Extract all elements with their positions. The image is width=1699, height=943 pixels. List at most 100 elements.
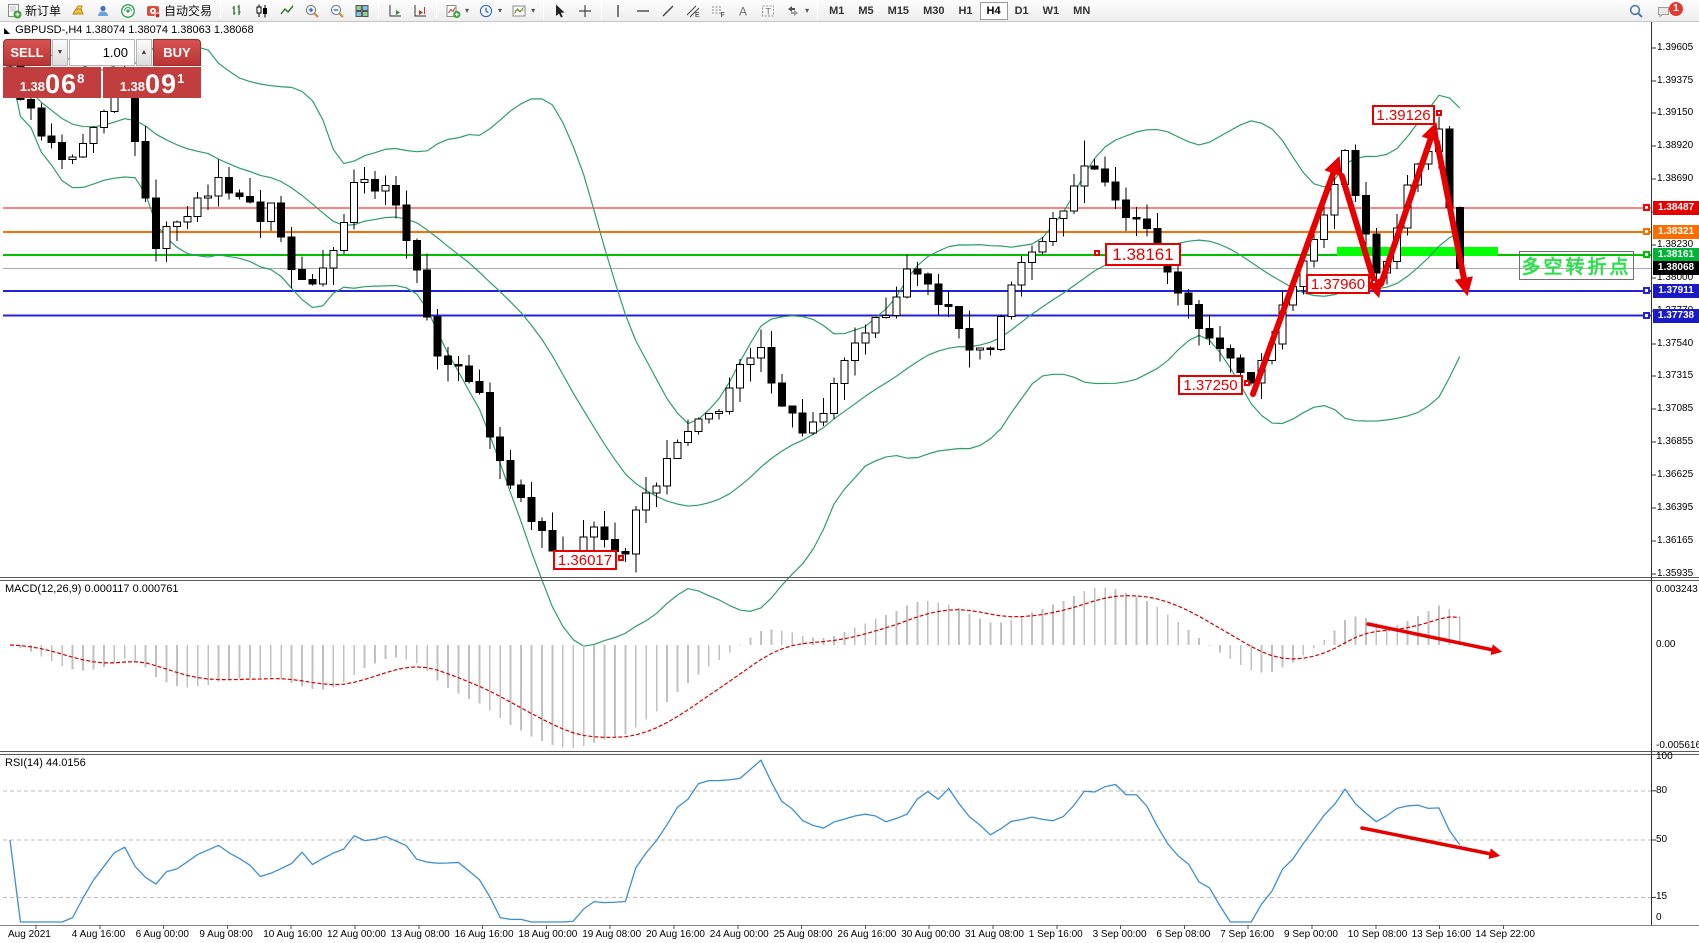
chat-button[interactable]: 1 xyxy=(1652,1,1693,21)
search-icon xyxy=(1628,3,1644,19)
auto-trading-button[interactable]: 自动交易 xyxy=(141,1,216,21)
chart-shift-button[interactable] xyxy=(408,1,432,21)
tf-button-H4[interactable]: H4 xyxy=(980,2,1008,20)
candle-body xyxy=(945,304,952,306)
cursor-button[interactable] xyxy=(548,1,572,21)
tf-button-H1[interactable]: H1 xyxy=(951,2,979,20)
candle-body xyxy=(403,205,410,240)
text-button[interactable]: A xyxy=(731,1,755,21)
zoom-in-button[interactable] xyxy=(300,1,324,21)
search-button[interactable] xyxy=(1624,1,1648,21)
cursor-icon xyxy=(552,3,568,19)
line-chart-icon xyxy=(279,3,295,19)
candle-body xyxy=(789,406,796,413)
candle-body xyxy=(716,412,723,414)
candle-body xyxy=(27,100,34,108)
tf-button-D1[interactable]: D1 xyxy=(1008,2,1036,20)
candle-body xyxy=(48,136,55,143)
horizontal-line-icon xyxy=(635,3,651,19)
candle-body xyxy=(924,274,931,284)
candle-body xyxy=(778,383,785,406)
sell-price-display[interactable]: 1.38068 xyxy=(3,67,101,98)
price-line-label: 1.38068 xyxy=(1653,261,1699,275)
time-label: 3 Sep 00:00 xyxy=(1093,929,1147,940)
volume-increase-button[interactable]: ▲ xyxy=(136,39,152,66)
sell-price-small: 1.38 xyxy=(20,77,45,97)
zoom-out-button[interactable] xyxy=(325,1,349,21)
callout-anchor xyxy=(1244,380,1250,386)
auto-trading-icon xyxy=(145,3,161,19)
notification-badge[interactable]: 1 xyxy=(1669,2,1683,16)
time-label: 6 Aug 00:00 xyxy=(136,929,189,940)
candle-body xyxy=(184,216,191,222)
toolbar-separator xyxy=(436,2,437,19)
templates-button[interactable]: ▾ xyxy=(507,1,539,21)
gold-button[interactable] xyxy=(66,1,90,21)
fibonacci-button[interactable]: F xyxy=(706,1,730,21)
candle-body xyxy=(246,196,253,202)
toolbar-separator xyxy=(817,2,818,19)
callout-anchor xyxy=(1436,110,1442,116)
chart-shift-icon xyxy=(412,3,428,19)
toolbar: 新订单 自动交易 xyxy=(0,0,1699,22)
volume-input[interactable]: 1.00 xyxy=(69,39,135,66)
indicators-button[interactable]: ▾ xyxy=(441,1,473,21)
candle-body xyxy=(1091,166,1098,169)
signal-button[interactable] xyxy=(116,1,140,21)
candle-body xyxy=(810,422,817,433)
crosshair-button[interactable] xyxy=(573,1,597,21)
shapes-button[interactable]: ▾ xyxy=(781,1,813,21)
candle-body xyxy=(1352,151,1359,196)
trend-arrow xyxy=(1381,129,1434,284)
callout-anchor xyxy=(1094,250,1100,256)
candle-body xyxy=(445,356,452,365)
buy-button[interactable]: BUY xyxy=(153,39,201,66)
tf-button-MN[interactable]: MN xyxy=(1066,2,1097,20)
sell-button[interactable]: SELL xyxy=(3,39,51,66)
time-label: 31 Aug 08:00 xyxy=(965,929,1024,940)
new-order-button[interactable]: 新订单 xyxy=(2,1,65,21)
tf-button-M1[interactable]: M1 xyxy=(822,2,851,20)
chart-canvas[interactable] xyxy=(0,0,1699,943)
price-tick-label: 1.37315 xyxy=(1657,370,1693,381)
candle-body xyxy=(59,143,66,160)
candle-body xyxy=(695,419,702,432)
horizontal-line-button[interactable] xyxy=(631,1,655,21)
tf-button-W1[interactable]: W1 xyxy=(1036,2,1067,20)
time-label: 13 Aug 08:00 xyxy=(391,929,450,940)
candle-body xyxy=(392,186,399,205)
candle-body xyxy=(372,180,379,191)
time-label: 26 Aug 16:00 xyxy=(837,929,896,940)
volume-decrease-button[interactable]: ▼ xyxy=(52,39,68,66)
candle-body xyxy=(1123,200,1130,217)
candle-body xyxy=(38,108,45,136)
symbol-readout: ◣ GBPUSD-,H4 1.38074 1.38074 1.38063 1.3… xyxy=(4,24,254,36)
periodicity-button[interactable]: ▾ xyxy=(474,1,506,21)
time-label: 13 Sep 16:00 xyxy=(1412,929,1472,940)
price-tick-label: 1.37540 xyxy=(1657,338,1693,349)
candle-body xyxy=(966,328,973,350)
tf-button-M15[interactable]: M15 xyxy=(881,2,916,20)
community-button[interactable] xyxy=(91,1,115,21)
candle-body xyxy=(382,186,389,191)
candle-body xyxy=(1070,186,1077,211)
candle-body xyxy=(591,527,598,537)
candle-body xyxy=(194,198,201,216)
candlestick-button[interactable] xyxy=(250,1,274,21)
indicators-add-icon xyxy=(445,3,461,19)
tile-windows-button[interactable] xyxy=(350,1,374,21)
text-label-button[interactable]: T xyxy=(756,1,780,21)
bar-chart-button[interactable] xyxy=(225,1,249,21)
auto-scroll-button[interactable] xyxy=(383,1,407,21)
candle-body xyxy=(319,268,326,284)
price-line-label: 1.38487 xyxy=(1653,201,1699,215)
tf-button-M5[interactable]: M5 xyxy=(851,2,880,20)
line-chart-button[interactable] xyxy=(275,1,299,21)
channel-button[interactable]: E xyxy=(681,1,705,21)
vertical-line-button[interactable] xyxy=(606,1,630,21)
candle-body xyxy=(653,486,660,493)
buy-price-display[interactable]: 1.38091 xyxy=(103,67,201,98)
trendline-icon xyxy=(660,3,676,19)
trendline-button[interactable] xyxy=(656,1,680,21)
tf-button-M30[interactable]: M30 xyxy=(916,2,951,20)
